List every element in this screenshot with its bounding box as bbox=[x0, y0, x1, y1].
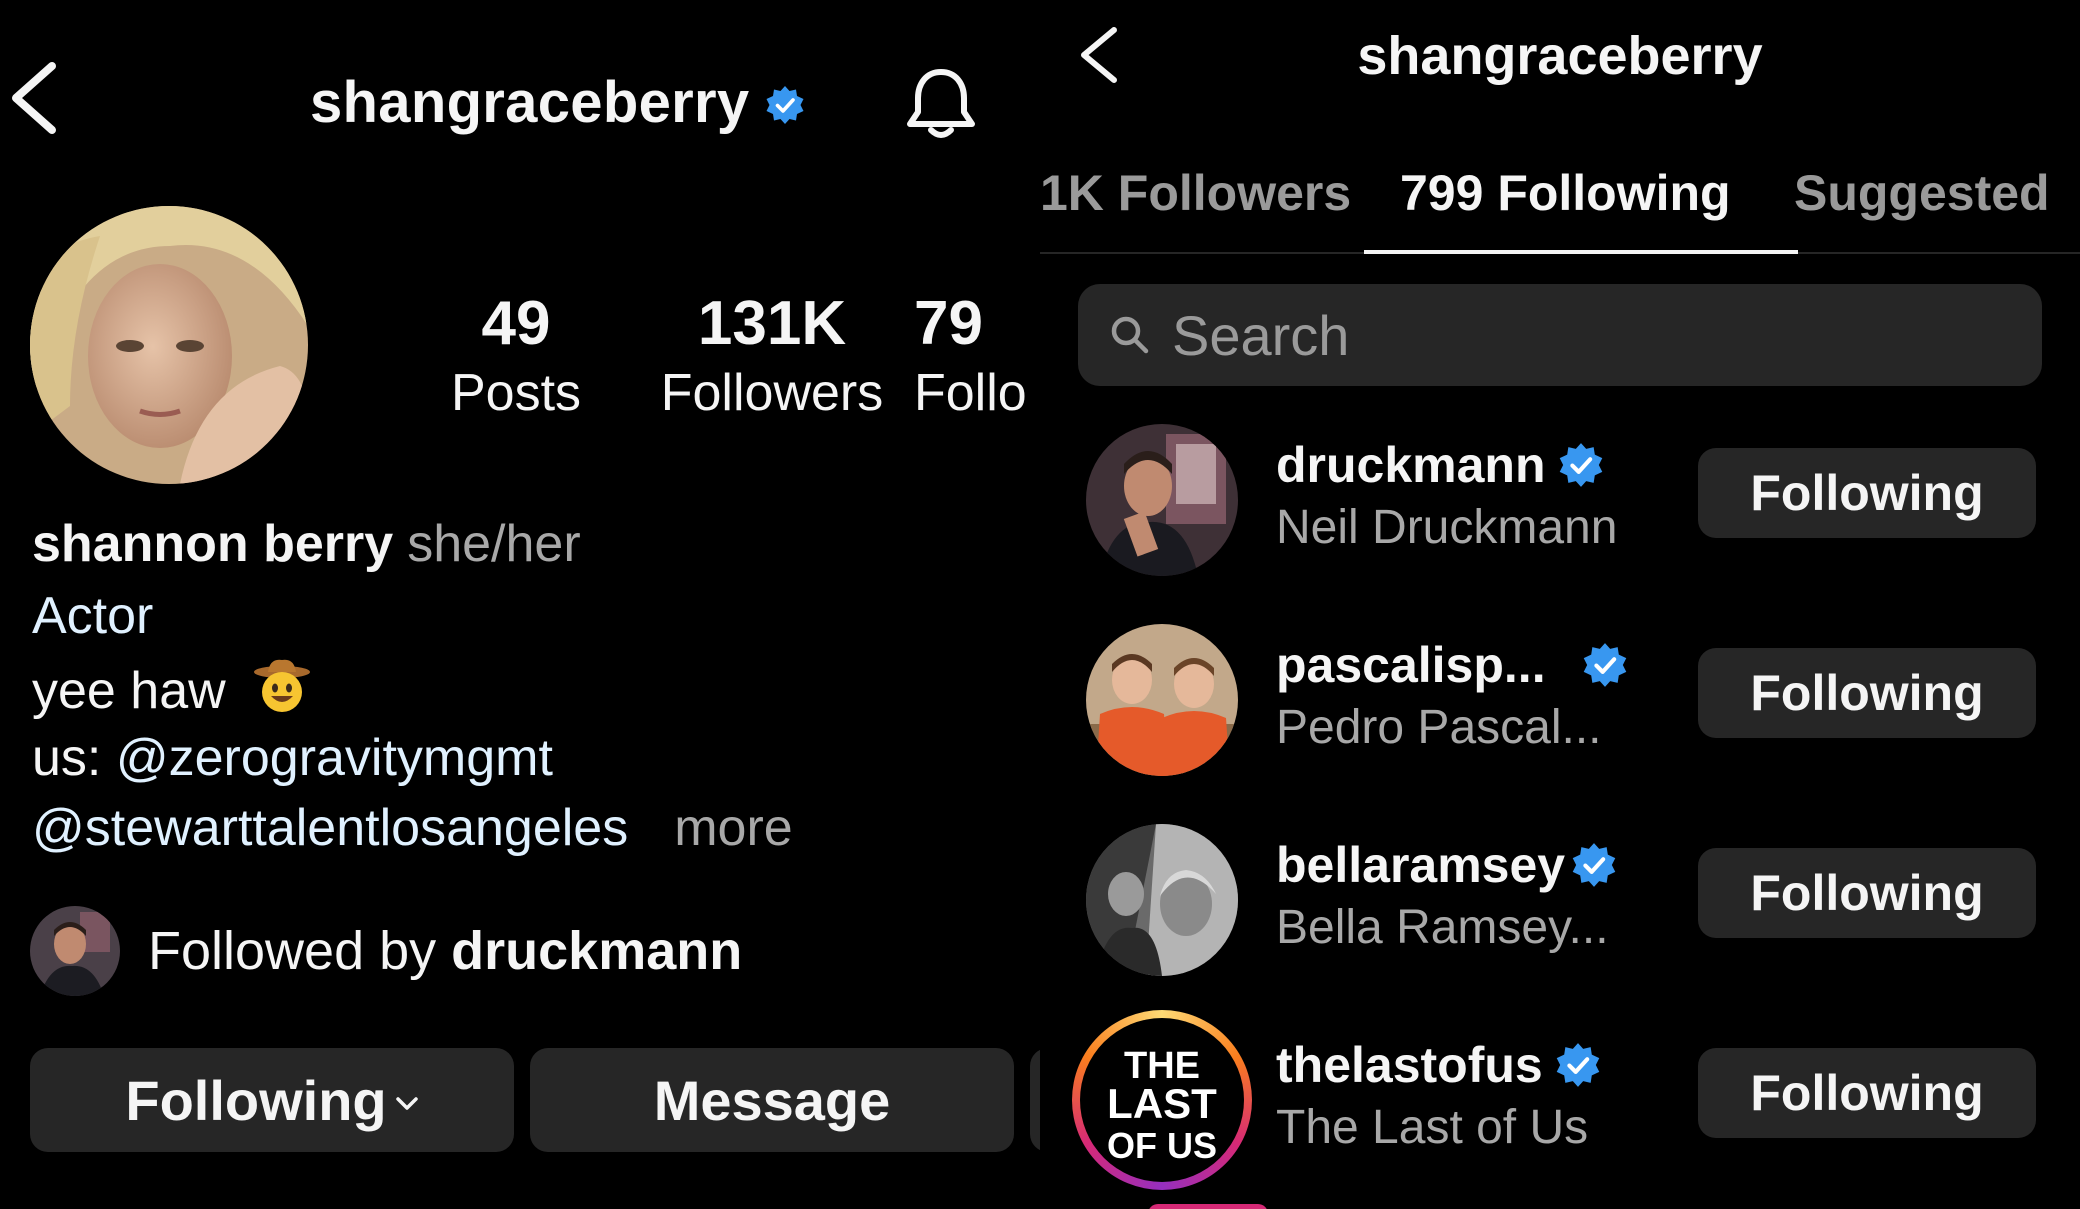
profile-avatar[interactable] bbox=[30, 206, 308, 484]
row-display-name: Neil Druckmann bbox=[1276, 501, 1618, 554]
search-icon bbox=[1111, 316, 1149, 354]
mention-link-agency[interactable]: @stewarttalentlosangeles bbox=[32, 799, 628, 857]
next-story-ring bbox=[1148, 1204, 1268, 1209]
row-username-wrap: bellaramsey bbox=[1276, 834, 1617, 896]
following-button[interactable]: Following bbox=[1698, 848, 2036, 938]
cowboy-emoji-icon bbox=[254, 659, 311, 712]
tab-suggested[interactable]: Suggested bbox=[1794, 160, 2050, 226]
logo-text-of-us: OF US bbox=[1107, 1125, 1217, 1166]
stat-followers[interactable]: 131K Followers bbox=[656, 288, 888, 426]
display-name: shannon berry bbox=[32, 515, 394, 573]
list-item[interactable]: bellaramsey Bella Ramsey... Following bbox=[1040, 804, 2080, 984]
category-label[interactable]: Actor bbox=[32, 584, 153, 648]
stat-followers-value: 131K bbox=[697, 289, 847, 358]
stat-following-value: 79 bbox=[914, 289, 983, 358]
profile-username: shangraceberry bbox=[310, 69, 750, 135]
profile-header-title: shangraceberry bbox=[310, 66, 805, 138]
following-button[interactable]: Following bbox=[1698, 1048, 2036, 1138]
row-avatar[interactable] bbox=[1086, 824, 1238, 976]
followed-by-username[interactable]: druckmann bbox=[451, 921, 742, 981]
tab-followers[interactable]: 1K Followers bbox=[1040, 160, 1351, 226]
following-list-panel: shangraceberry 1K Followers 799 Followin… bbox=[1040, 0, 2080, 1209]
stat-posts-label: Posts bbox=[450, 364, 582, 422]
bell-icon[interactable] bbox=[904, 66, 978, 142]
logo-text-last: LAST bbox=[1107, 1080, 1217, 1127]
back-chevron-icon[interactable] bbox=[4, 58, 60, 138]
mention-link-mgmt[interactable]: @zerogravitymgmt bbox=[116, 729, 553, 787]
following-button[interactable]: Following bbox=[1698, 448, 2036, 538]
verified-badge-icon bbox=[1583, 643, 1626, 687]
row-username[interactable]: druckmann bbox=[1276, 436, 1546, 494]
story-ring[interactable]: THE LAST OF US bbox=[1072, 1010, 1252, 1190]
followed-by-text: Followed by druckmann bbox=[148, 920, 742, 982]
stat-following-label: Follo bbox=[914, 364, 1027, 422]
row-display-name: Bella Ramsey... bbox=[1276, 901, 1609, 954]
row-display-name: Pedro Pascal... bbox=[1276, 701, 1602, 754]
tab-following[interactable]: 799 Following bbox=[1400, 160, 1731, 226]
stat-posts-value: 49 bbox=[481, 289, 551, 358]
message-button-label: Message bbox=[653, 1068, 891, 1132]
bio-mgmt-line: us: @zerogravitymgmt bbox=[32, 726, 553, 790]
stat-posts[interactable]: 49 Posts bbox=[436, 288, 596, 426]
verified-badge-icon bbox=[1556, 1043, 1599, 1087]
search-input[interactable] bbox=[1172, 302, 1992, 368]
pronouns: she/her bbox=[407, 515, 581, 573]
list-item[interactable]: pascalisp... Pedro Pascal... Following bbox=[1040, 604, 2080, 784]
stat-followers-label: Followers bbox=[660, 364, 884, 422]
followed-by-avatar bbox=[30, 906, 120, 996]
verified-badge-icon bbox=[1572, 843, 1616, 887]
followed-by[interactable]: Followed by druckmann bbox=[30, 906, 742, 996]
profile-panel: shangraceberry 49 Posts 131K Followers 7… bbox=[0, 0, 1040, 1209]
bio-text-line: yee haw bbox=[32, 656, 312, 723]
following-button[interactable]: Following bbox=[1698, 648, 2036, 738]
list-item[interactable]: druckmann Neil Druckmann Following bbox=[1040, 404, 2080, 584]
verified-badge-icon bbox=[766, 86, 804, 124]
search-bar[interactable] bbox=[1078, 284, 2042, 386]
add-person-button[interactable] bbox=[1030, 1048, 1040, 1152]
message-button[interactable]: Message bbox=[530, 1048, 1014, 1152]
followed-by-prefix: Followed by bbox=[148, 921, 452, 981]
bio-name-line: shannon berry she/her bbox=[32, 512, 581, 576]
list-item[interactable]: THE LAST OF US thelastofus The Last of U… bbox=[1040, 1004, 2080, 1190]
bio-more-link[interactable]: more bbox=[674, 799, 792, 857]
row-avatar[interactable] bbox=[1086, 624, 1238, 776]
row-username[interactable]: bellaramsey bbox=[1276, 836, 1565, 894]
row-username-wrap: pascalisp... bbox=[1276, 634, 1628, 696]
row-username[interactable]: pascalisp... bbox=[1276, 636, 1546, 694]
following-button[interactable]: Following bbox=[30, 1048, 514, 1152]
row-avatar[interactable] bbox=[1086, 424, 1238, 576]
bio-mgmt-prefix: us: bbox=[32, 729, 116, 787]
active-tab-indicator bbox=[1364, 250, 1798, 254]
row-username[interactable]: thelastofus bbox=[1276, 1036, 1543, 1094]
stat-following[interactable]: 79 Follo bbox=[914, 288, 1040, 426]
chevron-down-icon bbox=[395, 1097, 418, 1110]
row-display-name: The Last of Us bbox=[1276, 1101, 1589, 1154]
row-avatar-logo: THE LAST OF US bbox=[1088, 1026, 1236, 1174]
row-username-wrap: thelastofus bbox=[1276, 1034, 1601, 1096]
page-title: shangraceberry bbox=[1357, 26, 1763, 86]
following-button-label: Following bbox=[125, 1068, 387, 1132]
verified-badge-icon bbox=[1559, 443, 1602, 487]
row-username-wrap: druckmann bbox=[1276, 434, 1604, 496]
bio-text: yee haw bbox=[32, 662, 226, 720]
bio-agency-line: @stewarttalentlosangeles more bbox=[32, 796, 793, 860]
